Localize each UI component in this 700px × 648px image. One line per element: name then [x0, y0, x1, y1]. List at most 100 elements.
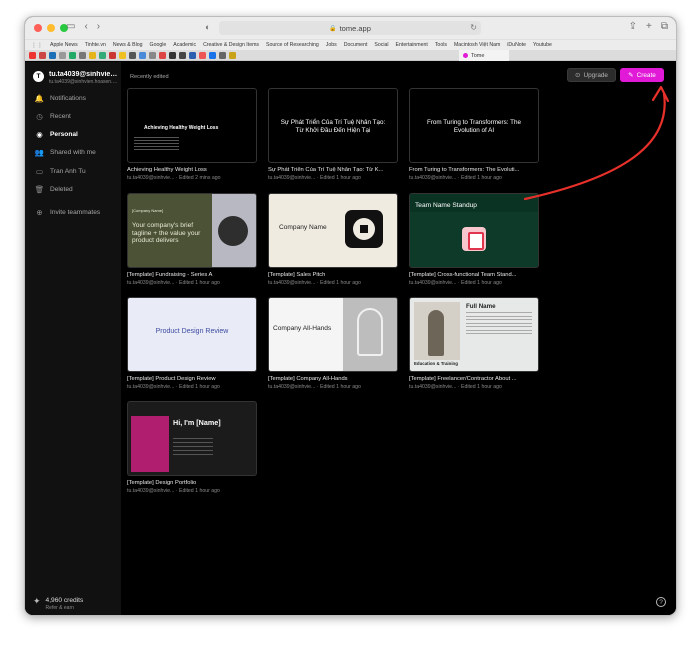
favicon-site[interactable]: [229, 51, 236, 59]
sidebar-item-notifications[interactable]: 🔔 Notifications: [31, 92, 117, 105]
bookmark-social[interactable]: Social: [374, 42, 388, 48]
address-bar[interactable]: 🔒 tome.app ↻: [219, 21, 481, 35]
tome-card[interactable]: Product Design Review [Template] Product…: [127, 297, 257, 390]
create-label: Create: [636, 71, 656, 79]
card-thumbnail[interactable]: From Turing to Transformers: The Evoluti…: [409, 88, 539, 163]
tome-favicon-icon: [463, 53, 468, 58]
sidebar-item-deleted[interactable]: 🗑 Deleted: [31, 183, 117, 196]
favicon-site[interactable]: [59, 51, 66, 59]
edit-icon: ✎: [628, 72, 634, 79]
bookmark-google[interactable]: Google: [150, 42, 167, 48]
favicon-site[interactable]: [129, 51, 136, 59]
tome-card[interactable]: Sự Phát Triển Của Trí Tuệ Nhân Tạo: Từ K…: [268, 88, 398, 181]
grid-icon[interactable]: ⋮⋮: [31, 42, 43, 49]
favicon-site[interactable]: [169, 51, 176, 59]
minimize-window-button[interactable]: [47, 24, 55, 32]
tome-card[interactable]: Hi, I'm [Name] [Template] Design Portfol…: [127, 401, 257, 494]
create-button[interactable]: ✎ Create: [620, 68, 664, 82]
card-thumbnail[interactable]: Hi, I'm [Name]: [127, 401, 257, 476]
share-icon[interactable]: ⇪: [629, 21, 637, 32]
bookmark-academic[interactable]: Academic: [173, 42, 196, 48]
favicon-site[interactable]: [159, 51, 166, 59]
help-button[interactable]: ?: [656, 597, 666, 607]
thumbnail-title: Hi, I'm [Name]: [173, 418, 221, 427]
favicon-site[interactable]: [219, 51, 226, 59]
sidebar-item-label: Personal: [50, 131, 78, 138]
privacy-shield-icon[interactable]: ◐: [205, 22, 210, 32]
sidebar-item-shared[interactable]: 👥 Shared with me: [31, 146, 117, 159]
sidebar-item-workspace[interactable]: ▭ Tran Anh Tu: [31, 165, 117, 178]
bookmark-apple-news[interactable]: Apple News: [50, 42, 78, 48]
favicon-youtube[interactable]: [29, 51, 36, 59]
bookmark-jobs[interactable]: Jobs: [326, 42, 337, 48]
card-meta: tu.ta4039@sinhvie... · Edited 1 hour ago: [268, 175, 361, 181]
tome-card[interactable]: Achieving Healthy Weight Loss Achieving …: [127, 88, 257, 181]
card-thumbnail[interactable]: Achieving Healthy Weight Loss: [127, 88, 257, 163]
card-thumbnail[interactable]: [Company Name] Your company's brief tagl…: [127, 193, 257, 268]
favicon-site[interactable]: [49, 51, 56, 59]
favicon-site[interactable]: [109, 51, 116, 59]
favicon-site[interactable]: [189, 51, 196, 59]
bookmark-youtube[interactable]: Youtube: [533, 42, 552, 48]
bell-icon: 🔔: [34, 94, 45, 103]
invite-teammates-button[interactable]: ⊕ Invite teammates: [31, 206, 117, 219]
tome-card[interactable]: From Turing to Transformers: The Evoluti…: [409, 88, 539, 181]
tab-overview-icon[interactable]: ⧉: [661, 21, 668, 32]
sidebar-item-label: Deleted: [50, 186, 73, 193]
reload-icon[interactable]: ↻: [470, 23, 477, 32]
back-icon[interactable]: ‹: [84, 22, 87, 32]
favicon-site[interactable]: [39, 51, 46, 59]
bookmark-creative[interactable]: Creative & Design Items: [203, 42, 259, 48]
sidebar-item-personal[interactable]: ◉ Personal: [31, 128, 117, 141]
trash-icon: 🗑: [34, 185, 45, 194]
user-menu[interactable]: T tu.ta4039@sinhvien.hoasen.edu.vn tu.ta…: [33, 71, 119, 85]
new-tab-icon[interactable]: +: [646, 21, 652, 32]
credits-panel[interactable]: ✦ 4,960 credits Refer & earn: [33, 597, 84, 612]
favicon-site[interactable]: [179, 51, 186, 59]
close-window-button[interactable]: [34, 24, 42, 32]
upgrade-button[interactable]: ⊙ Upgrade: [567, 68, 616, 82]
sidebar-item-label: Shared with me: [50, 149, 96, 156]
thumbnail-title: Team Name Standup: [415, 202, 477, 209]
bookmark-tools[interactable]: Tools: [435, 42, 447, 48]
refer-earn-link[interactable]: Refer & earn: [46, 605, 84, 611]
tome-card[interactable]: Team Name Standup [Template] Cross-funct…: [409, 193, 539, 286]
people-icon: 👥: [34, 148, 45, 157]
favicon-site[interactable]: [199, 51, 206, 59]
bookmark-tinhte[interactable]: Tinhte.vn: [85, 42, 106, 48]
tome-card[interactable]: [Company Name] Your company's brief tagl…: [127, 193, 257, 286]
favicon-site[interactable]: [149, 51, 156, 59]
card-thumbnail[interactable]: Company All-Hands: [268, 297, 398, 372]
folder-icon: ▭: [35, 167, 44, 176]
favicon-site[interactable]: [139, 51, 146, 59]
favicon-site[interactable]: [79, 51, 86, 59]
bookmark-entertainment[interactable]: Entertainment: [396, 42, 428, 48]
card-thumbnail[interactable]: Sự Phát Triển Của Trí Tuệ Nhân Tạo: Từ K…: [268, 88, 398, 163]
favicon-site[interactable]: [69, 51, 76, 59]
person-icon: ◉: [36, 130, 43, 139]
tab-tome[interactable]: Tome: [459, 50, 509, 61]
bookmark-news-blog[interactable]: News & Blog: [113, 42, 143, 48]
bookmark-idunote[interactable]: iDuNote: [507, 42, 526, 48]
bookmark-research[interactable]: Source of Researching: [266, 42, 319, 48]
tome-card[interactable]: Full Name Education & Training [Template…: [409, 297, 539, 390]
thumbnail-lines: [466, 312, 532, 337]
favicon-site[interactable]: [99, 51, 106, 59]
sidebar-item-recent[interactable]: ◷ Recent: [31, 110, 117, 123]
favicon-site[interactable]: [209, 51, 216, 59]
thumbnail-lines: [134, 137, 179, 152]
favicon-site[interactable]: [89, 51, 96, 59]
bookmark-document[interactable]: Document: [344, 42, 368, 48]
sidebar-toggle-icon[interactable]: ▭: [66, 22, 75, 32]
forward-icon[interactable]: ›: [97, 22, 100, 32]
tome-card[interactable]: Company All-Hands [Template] Company All…: [268, 297, 398, 390]
card-thumbnail[interactable]: Company Name: [268, 193, 398, 268]
upgrade-label: Upgrade: [583, 71, 608, 79]
tome-card[interactable]: Company Name [Template] Sales Pitch tu.t…: [268, 193, 398, 286]
clock-icon: ◷: [36, 112, 43, 121]
card-thumbnail[interactable]: Team Name Standup: [409, 193, 539, 268]
card-thumbnail[interactable]: Product Design Review: [127, 297, 257, 372]
card-thumbnail[interactable]: Full Name Education & Training: [409, 297, 539, 372]
bookmark-macintosh[interactable]: Macintosh Việt Nam: [454, 42, 500, 48]
favicon-site[interactable]: [119, 51, 126, 59]
